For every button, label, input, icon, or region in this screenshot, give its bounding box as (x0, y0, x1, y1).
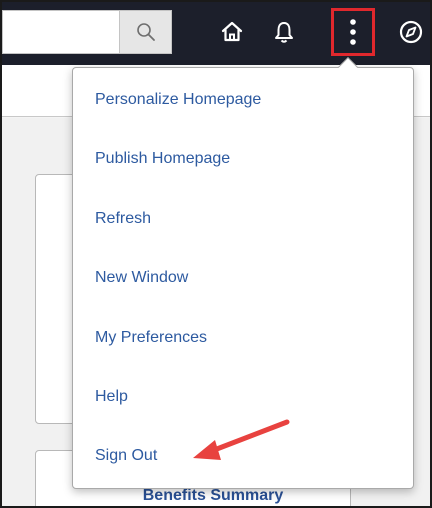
vertical-dots-icon (350, 19, 356, 45)
top-header-bar (2, 2, 430, 65)
annotation-arrow-icon (193, 419, 290, 460)
actions-menu-button[interactable] (331, 8, 375, 56)
search-icon (136, 23, 155, 41)
menu-item-refresh[interactable]: Refresh (74, 195, 412, 243)
home-button[interactable] (212, 10, 252, 54)
menu-item-personalize-homepage[interactable]: Personalize Homepage (74, 76, 412, 124)
search-button[interactable] (119, 10, 172, 54)
navigator-button[interactable] (391, 10, 430, 54)
bell-icon (275, 22, 293, 43)
screenshot-frame: Benefits Summary Personalize Homepage Pu… (0, 0, 432, 508)
menu-item-my-preferences[interactable]: My Preferences (74, 314, 412, 362)
compass-icon (399, 20, 423, 44)
home-icon (221, 21, 243, 42)
menu-item-new-window[interactable]: New Window (74, 254, 412, 302)
search-input[interactable] (2, 10, 119, 54)
tile-title: Benefits Summary (142, 487, 284, 504)
menu-item-publish-homepage[interactable]: Publish Homepage (74, 135, 412, 183)
notifications-button[interactable] (264, 10, 304, 54)
